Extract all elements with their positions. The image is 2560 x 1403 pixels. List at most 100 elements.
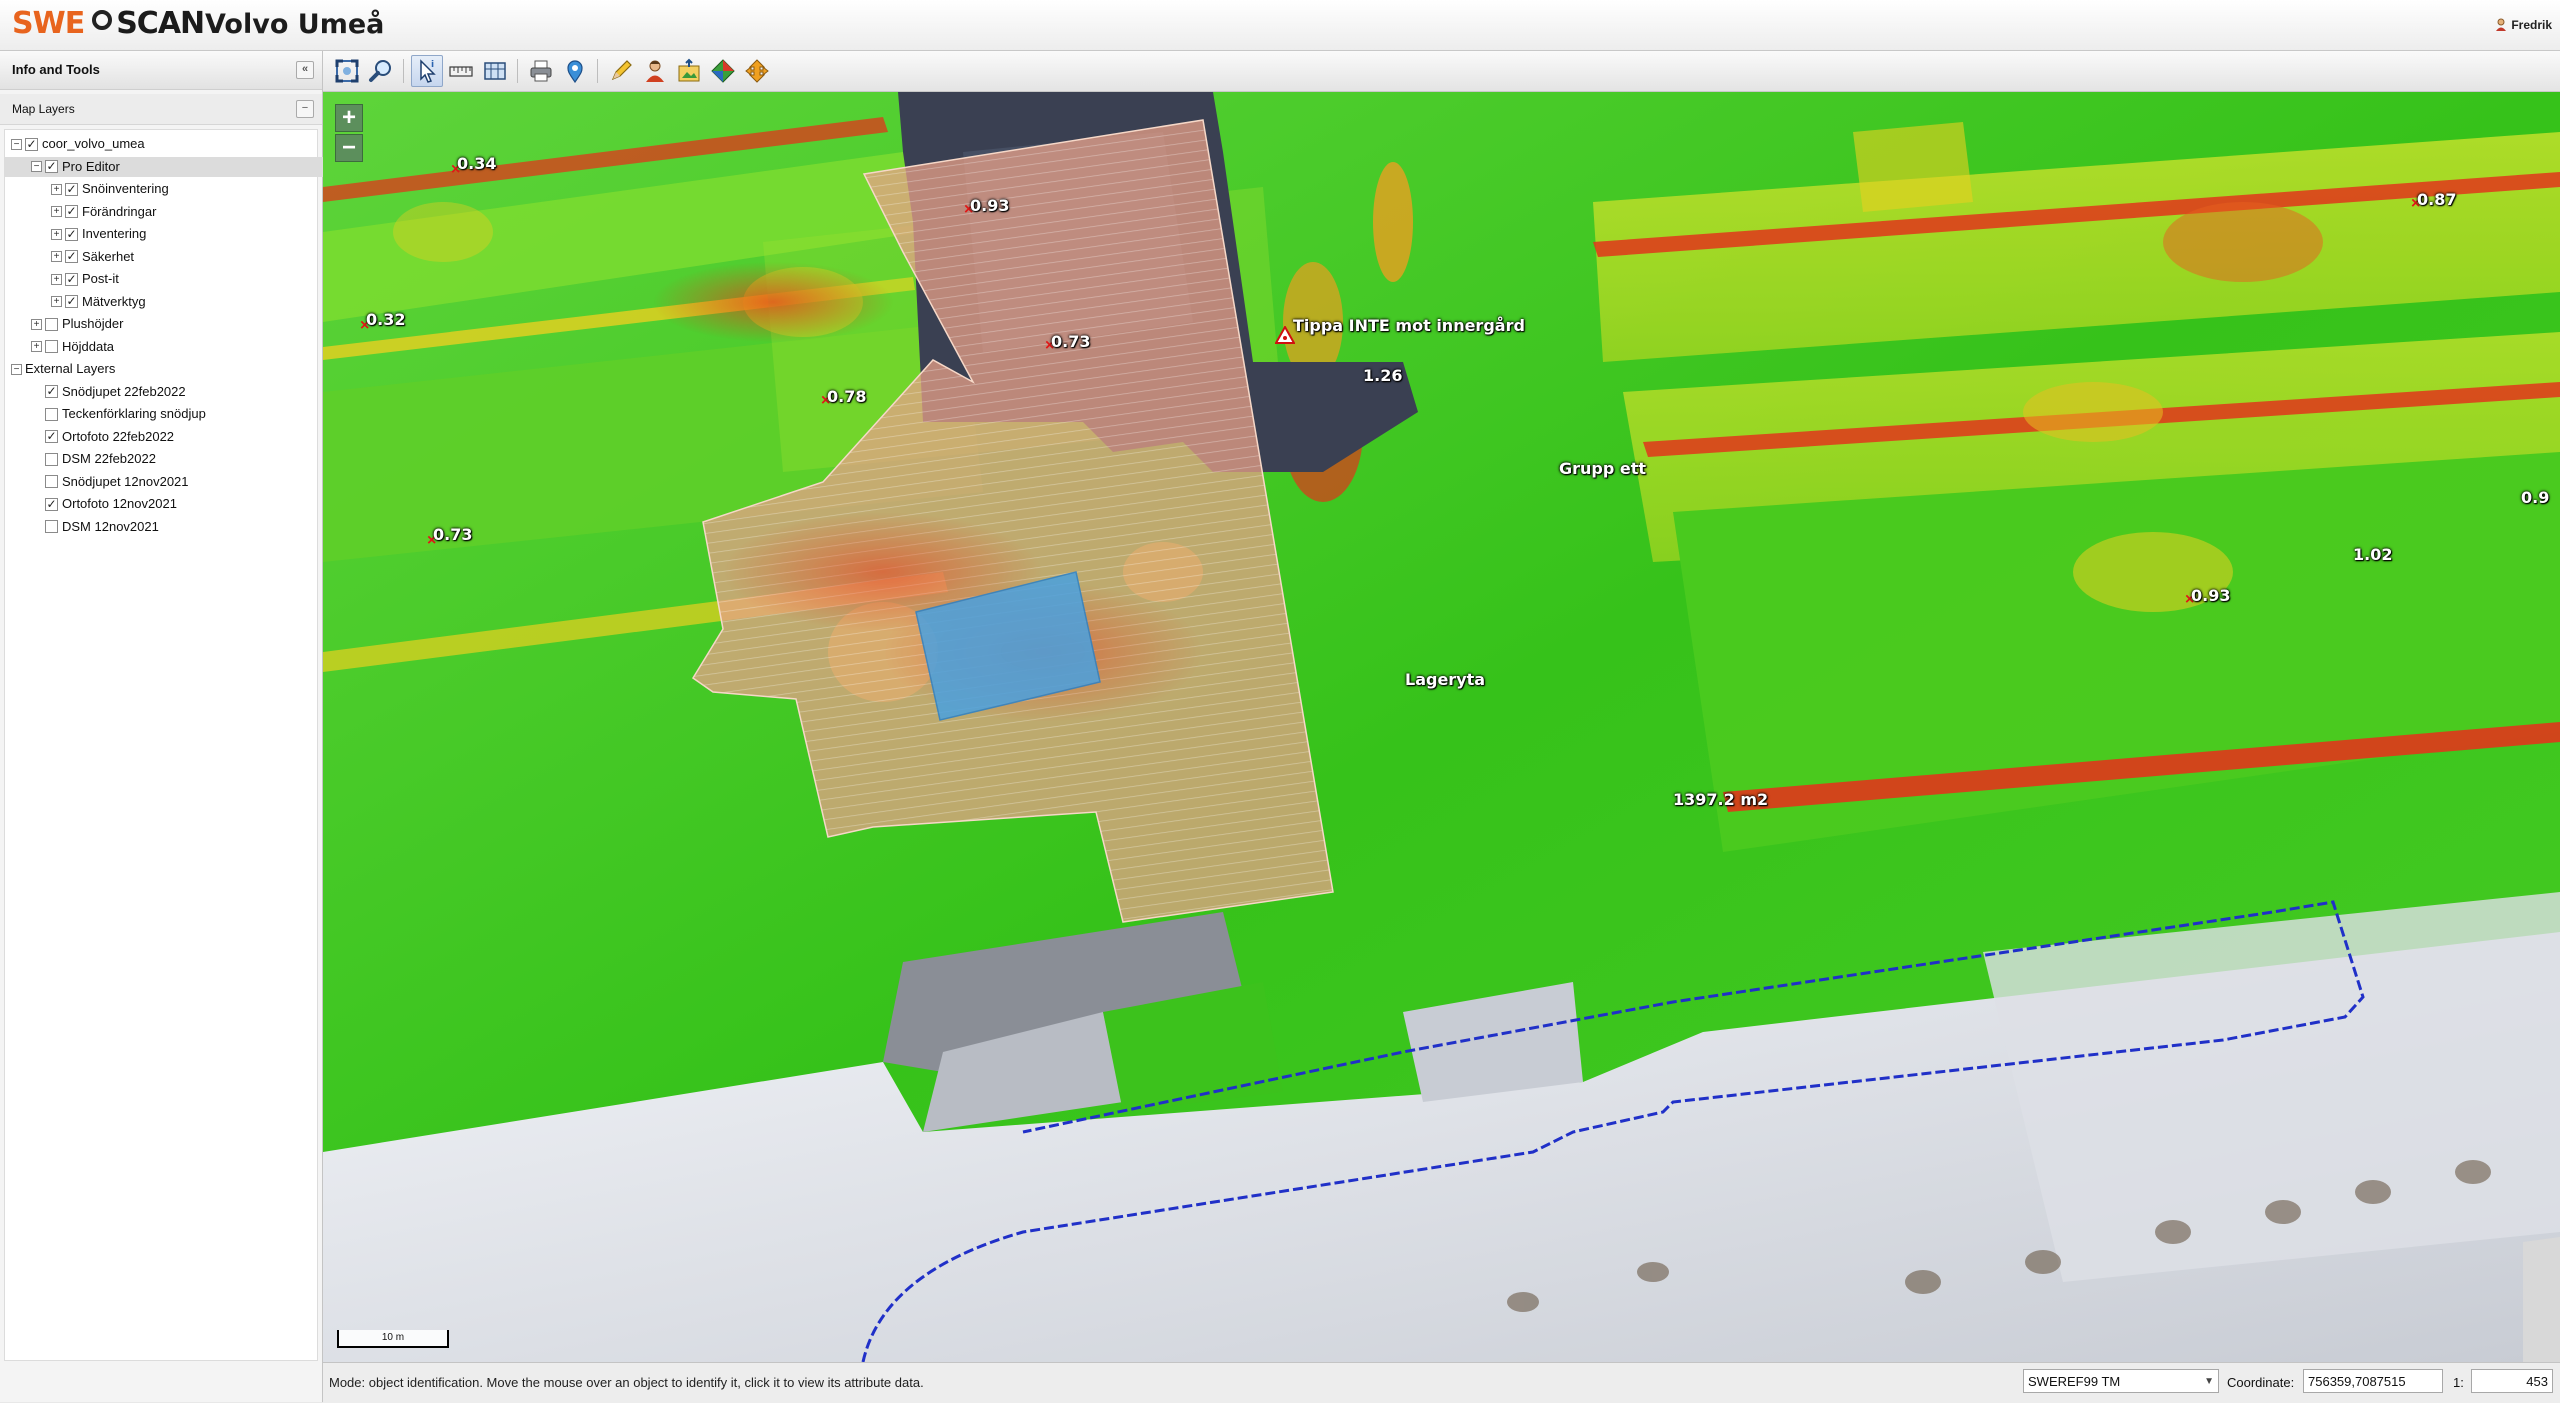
- warning-label: Tippa INTE mot innergård: [1293, 316, 1525, 335]
- layer-visibility-checkbox[interactable]: ✓: [65, 227, 78, 241]
- layer-label: Säkerhet: [82, 248, 135, 264]
- warning-triangle-icon: [1275, 326, 1295, 344]
- expand-icon[interactable]: +: [51, 228, 62, 240]
- layer-visibility-checkbox[interactable]: ✓: [45, 497, 58, 511]
- layer-tree-node[interactable]: ✓ Ortofoto 22feb2022: [31, 427, 174, 447]
- user-person-icon: [646, 60, 664, 82]
- info-tools-header: Info and Tools «: [0, 51, 322, 90]
- measure-area-button[interactable]: [479, 55, 511, 87]
- layer-visibility-checkbox[interactable]: [45, 452, 58, 466]
- layer-tree-node[interactable]: Snödjupet 12nov2021: [31, 472, 189, 492]
- layer-tree-node[interactable]: ✓ Ortofoto 12nov2021: [31, 494, 177, 514]
- zone-label-lageryta: Lageryta: [1405, 670, 1486, 689]
- layer-visibility-checkbox[interactable]: ✓: [65, 250, 78, 263]
- collapse-icon[interactable]: −: [31, 161, 42, 172]
- scale-field[interactable]: 453: [2471, 1369, 2553, 1393]
- measure-distance-button[interactable]: [445, 55, 477, 87]
- navigate-button[interactable]: [741, 55, 773, 87]
- layer-visibility-checkbox[interactable]: ✓: [45, 160, 58, 173]
- layer-tree-node[interactable]: + ✓ Snöinventering: [51, 179, 169, 199]
- layer-tree-node[interactable]: DSM 12nov2021: [31, 517, 159, 537]
- layer-tree-node[interactable]: + ✓ Post-it: [51, 269, 119, 289]
- expand-icon[interactable]: +: [51, 273, 62, 285]
- zoom-in-button[interactable]: +: [335, 104, 363, 132]
- layer-visibility-checkbox[interactable]: ✓: [45, 430, 58, 443]
- depth-value-label: 0.9: [2521, 488, 2550, 507]
- layer-visibility-checkbox[interactable]: ✓: [65, 295, 78, 308]
- expand-icon[interactable]: +: [31, 318, 42, 330]
- coordinate-field[interactable]: 756359,7087515: [2303, 1369, 2443, 1393]
- depth-value-label: 0.78: [827, 387, 867, 406]
- map-scale-bar: 10 m: [337, 1330, 449, 1348]
- layer-visibility-checkbox[interactable]: ✓: [65, 272, 78, 286]
- layer-visibility-checkbox[interactable]: [45, 475, 58, 488]
- layer-tree-node[interactable]: + ✓ Säkerhet: [51, 247, 134, 267]
- layer-label: External Layers: [25, 361, 116, 376]
- layer-label: coor_volvo_umea: [42, 136, 145, 151]
- layer-label: Snödjupet 22feb2022: [62, 383, 186, 399]
- expand-icon[interactable]: +: [31, 341, 42, 352]
- layer-tree-node[interactable]: + Plushöjder: [31, 314, 123, 334]
- expand-icon[interactable]: +: [51, 251, 62, 262]
- toolbar-separator: [403, 59, 404, 83]
- map-view[interactable]: + − Tippa INTE mot innergård Grupp ett L…: [323, 92, 2560, 1362]
- layer-tree-node[interactable]: DSM 22feb2022: [31, 449, 156, 469]
- layer-visibility-checkbox[interactable]: ✓: [45, 385, 58, 398]
- layer-tree-node[interactable]: + Höjddata: [31, 337, 114, 357]
- layer-tree-node[interactable]: + ✓ Förändringar: [51, 202, 156, 222]
- collapse-icon[interactable]: −: [11, 363, 22, 375]
- map-canvas[interactable]: [323, 92, 2560, 1362]
- expand-icon[interactable]: +: [51, 183, 62, 195]
- layer-label: Plushöjder: [62, 316, 124, 331]
- layer-visibility-checkbox[interactable]: [45, 340, 58, 353]
- layer-label: DSM 12nov2021: [62, 518, 159, 534]
- layer-tree-node[interactable]: − ✓ coor_volvo_umea: [11, 134, 145, 154]
- layer-visibility-checkbox[interactable]: [45, 407, 58, 421]
- layer-visibility-checkbox[interactable]: ✓: [65, 182, 78, 196]
- layer-tree-node[interactable]: − External Layers: [11, 359, 115, 379]
- depth-value-label: 0.87: [2417, 190, 2457, 209]
- mode-status-text: Mode: object identification. Move the mo…: [329, 1375, 924, 1390]
- layer-visibility-checkbox[interactable]: ✓: [65, 205, 78, 218]
- collapse-icon[interactable]: −: [11, 138, 22, 150]
- toolbar-separator: [517, 59, 518, 83]
- layer-label: Ortofoto 12nov2021: [62, 496, 177, 511]
- collapse-panel-button[interactable]: «: [296, 61, 314, 79]
- user-menu[interactable]: Fredrik: [2495, 18, 2552, 32]
- crs-select[interactable]: SWEREF99 TM ▼: [2023, 1369, 2219, 1393]
- layers-3d-button[interactable]: [707, 55, 739, 87]
- layer-visibility-checkbox[interactable]: [45, 317, 58, 331]
- layer-tree-node[interactable]: − ✓ Pro Editor: [5, 156, 341, 177]
- layer-label: Post-it: [82, 271, 119, 286]
- layers-3d-icon: [711, 59, 735, 83]
- layer-visibility-checkbox[interactable]: ✓: [25, 137, 38, 151]
- layer-label: Teckenförklaring snödjup: [62, 406, 206, 421]
- layer-label: Förändringar: [82, 203, 157, 219]
- layer-visibility-checkbox[interactable]: [45, 520, 58, 533]
- zoom-tool-button[interactable]: [365, 55, 397, 87]
- layer-label: Inventering: [82, 226, 147, 241]
- logo-text-left: SWE: [12, 5, 85, 41]
- user-icon: [2496, 18, 2507, 31]
- export-button[interactable]: [673, 55, 705, 87]
- zoom-out-button[interactable]: −: [335, 134, 363, 162]
- depth-value-label: 0.73: [1051, 332, 1091, 351]
- user-name: Fredrik: [2511, 18, 2552, 32]
- layer-tree-node[interactable]: ✓ Snödjupet 22feb2022: [31, 382, 186, 402]
- zoom-extent-button[interactable]: [331, 55, 363, 87]
- layer-tree-node[interactable]: + ✓ Mätverktyg: [51, 292, 146, 312]
- layer-tree-node[interactable]: Teckenförklaring snödjup: [31, 404, 206, 424]
- expand-icon[interactable]: +: [51, 206, 62, 217]
- print-button[interactable]: [525, 55, 557, 87]
- place-marker-icon: [567, 60, 583, 84]
- user-tool-button[interactable]: [639, 55, 671, 87]
- measure-area-icon: [484, 62, 506, 80]
- depth-value-label: 0.93: [2191, 586, 2231, 605]
- layer-label: Snöinventering: [82, 181, 169, 196]
- expand-icon[interactable]: +: [51, 296, 62, 307]
- collapse-layers-button[interactable]: −: [296, 100, 314, 118]
- place-marker-button[interactable]: [559, 55, 591, 87]
- draw-button[interactable]: [605, 55, 637, 87]
- layer-tree-node[interactable]: + ✓ Inventering: [51, 224, 146, 244]
- identify-tool-button[interactable]: i: [411, 55, 443, 87]
